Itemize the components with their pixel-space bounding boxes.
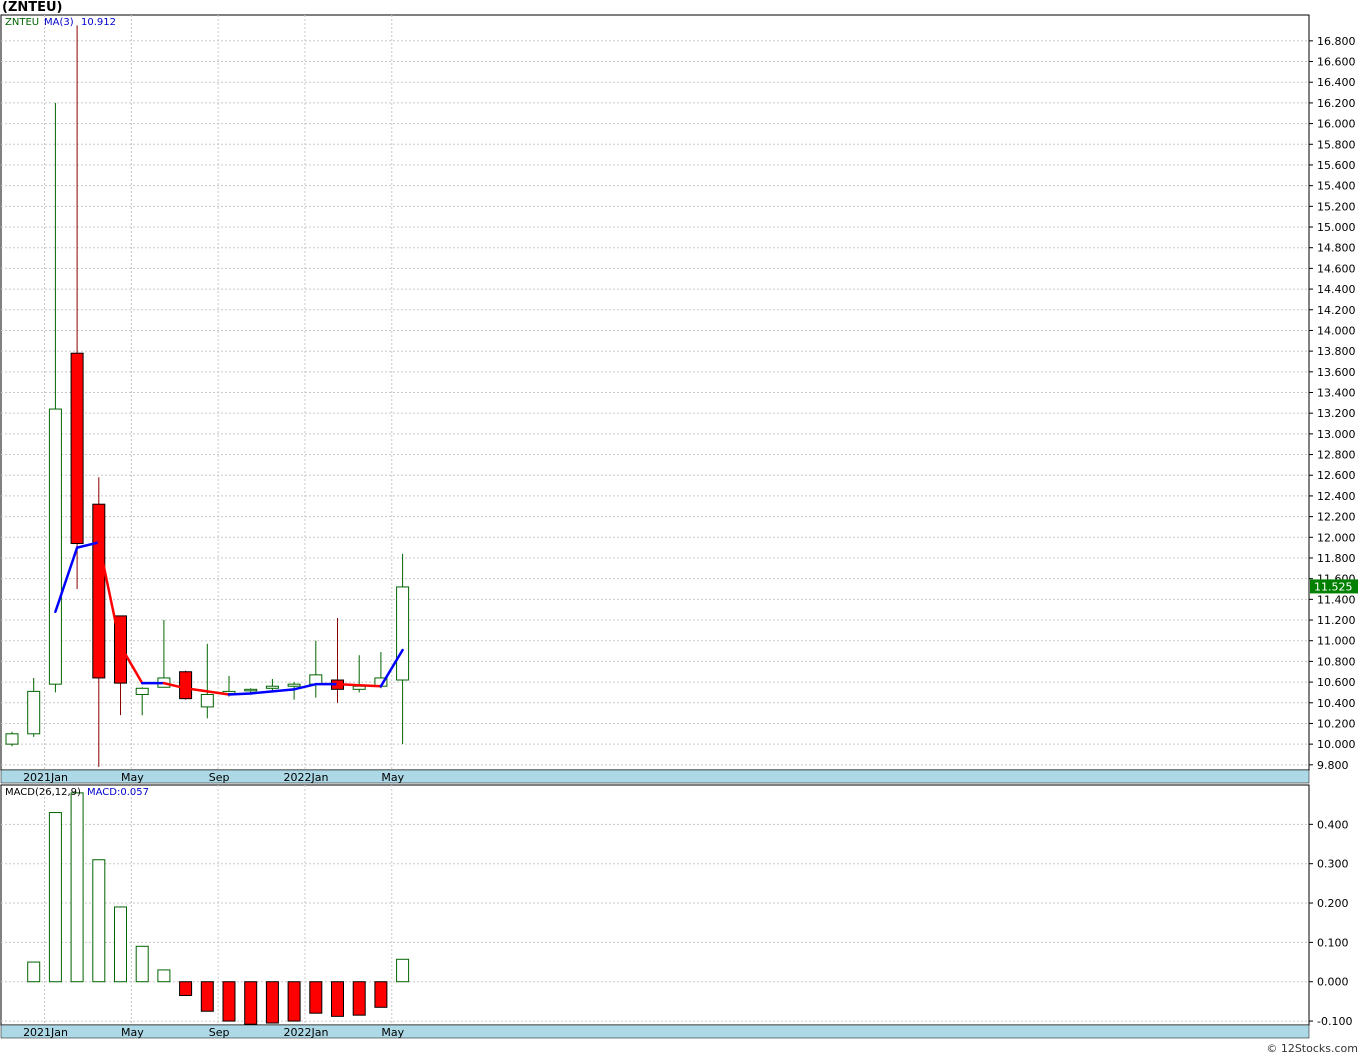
macd-tick-label: 0.400 <box>1317 818 1349 831</box>
macd-xaxis-band <box>0 1024 1310 1039</box>
price-tick-label: 12.200 <box>1317 511 1356 524</box>
price-tick-label: 15.600 <box>1317 159 1356 172</box>
price-legend-symbol: ZNTEU <box>5 17 39 28</box>
macd-legend-label: MACD(26,12,9) <box>5 787 81 798</box>
price-tick-label: 16.600 <box>1317 56 1356 69</box>
price-legend-ma-value: 10.912 <box>81 17 116 28</box>
price-tick-label: 13.400 <box>1317 387 1356 400</box>
macd-bar <box>352 981 366 1016</box>
macd-x-label: 2021Jan <box>23 1026 68 1039</box>
macd-bar <box>222 981 236 1022</box>
price-tick-label: 16.200 <box>1317 97 1356 110</box>
macd-bar <box>244 981 258 1025</box>
price-tick-label: 10.400 <box>1317 697 1356 710</box>
price-tick-label: 12.800 <box>1317 449 1356 462</box>
price-x-label: May <box>121 771 144 784</box>
price-tick-label: 16.400 <box>1317 76 1356 89</box>
macd-bar <box>200 981 214 1012</box>
price-tick-label: 14.000 <box>1317 324 1356 337</box>
macd-tick-label: 0.000 <box>1317 976 1349 989</box>
price-tick-label: 10.800 <box>1317 655 1356 668</box>
macd-bar <box>309 981 323 1014</box>
price-tick-label: 15.800 <box>1317 138 1356 151</box>
ma-line-segment <box>336 682 361 687</box>
macd-tick-label: -0.100 <box>1317 1015 1352 1028</box>
macd-bar <box>48 812 62 983</box>
price-tick-label: 16.800 <box>1317 35 1356 48</box>
macd-x-label: May <box>381 1026 404 1039</box>
price-xaxis-band <box>0 769 1310 784</box>
price-tick-label: 11.000 <box>1317 635 1356 648</box>
macd-panel-frame <box>0 784 1310 1026</box>
candle-body <box>352 685 366 690</box>
macd-x-label: May <box>121 1026 144 1039</box>
macd-x-label: Sep <box>209 1026 230 1039</box>
macd-bar <box>70 792 84 983</box>
price-tick-label: 12.400 <box>1317 490 1356 503</box>
price-tick-label: 13.200 <box>1317 407 1356 420</box>
macd-tick-label: 0.200 <box>1317 897 1349 910</box>
candle-body <box>70 352 84 545</box>
chart-stage: (ZNTEU) 9.800 10.000 10.200 10.400 10.600 10.… <box>0 0 1360 1056</box>
price-tick-label: 14.400 <box>1317 283 1356 296</box>
macd-tick-label: 0.300 <box>1317 858 1349 871</box>
macd-bar <box>27 961 41 983</box>
candle-body <box>135 687 149 695</box>
last-price-label: 11.525 <box>1314 580 1353 593</box>
price-tick-label: 11.800 <box>1317 552 1356 565</box>
candle-body <box>179 671 193 700</box>
chart-svg: 9.800 10.000 10.200 10.400 10.600 10.800 11.00… <box>0 14 1358 1039</box>
macd-bar <box>179 981 193 996</box>
candle-body <box>265 685 279 689</box>
price-tick-label: 11.200 <box>1317 614 1356 627</box>
price-tick-label: 12.000 <box>1317 531 1356 544</box>
price-tick-label: 15.200 <box>1317 200 1356 213</box>
candle-body <box>200 694 214 708</box>
price-legend-ma-label: MA(3) <box>44 17 74 28</box>
ma-line-segment <box>227 692 252 696</box>
macd-bar <box>331 981 344 1017</box>
macd-bar <box>114 906 127 983</box>
candle-body <box>5 733 19 745</box>
macd-x-label: 2022Jan <box>283 1026 328 1039</box>
price-x-label: 2021Jan <box>23 771 68 784</box>
price-tick-label: 12.600 <box>1317 469 1356 482</box>
candle-body <box>396 586 410 681</box>
price-tick-label: 14.600 <box>1317 262 1356 275</box>
macd-bar <box>157 969 171 983</box>
macd-bar <box>374 981 388 1008</box>
candle-body <box>27 690 41 735</box>
macd-bar <box>92 859 106 983</box>
price-x-label: 2022Jan <box>283 771 328 784</box>
price-tick-label: 10.600 <box>1317 676 1356 689</box>
candle-body <box>244 688 258 692</box>
price-tick-label: 15.000 <box>1317 221 1356 234</box>
price-tick-label: 15.400 <box>1317 180 1356 193</box>
macd-bar <box>135 945 149 983</box>
price-tick-label: 9.800 <box>1317 759 1349 772</box>
candle-body <box>309 674 323 685</box>
candle-body <box>92 503 106 679</box>
macd-bar <box>287 981 301 1022</box>
macd-tick-label: 0.100 <box>1317 936 1349 949</box>
price-tick-label: 13.800 <box>1317 345 1356 358</box>
price-tick-label: 16.000 <box>1317 118 1356 131</box>
price-tick-label: 13.000 <box>1317 428 1356 441</box>
price-x-label: May <box>381 771 404 784</box>
candle-body <box>287 683 301 687</box>
macd-bar <box>396 958 410 983</box>
watermark: © 12Stocks.com <box>1266 1042 1358 1055</box>
price-tick-label: 10.200 <box>1317 717 1356 730</box>
price-tick-label: 11.400 <box>1317 593 1356 606</box>
macd-bar <box>265 981 279 1024</box>
price-tick-label: 14.800 <box>1317 242 1356 255</box>
price-tick-label: 13.600 <box>1317 366 1356 379</box>
candle-body <box>48 408 62 685</box>
price-tick-label: 10.000 <box>1317 738 1356 751</box>
price-x-label: Sep <box>209 771 230 784</box>
macd-legend-value: MACD:0.057 <box>87 787 149 798</box>
price-tick-label: 14.200 <box>1317 304 1356 317</box>
ma-line-segment <box>357 683 383 688</box>
